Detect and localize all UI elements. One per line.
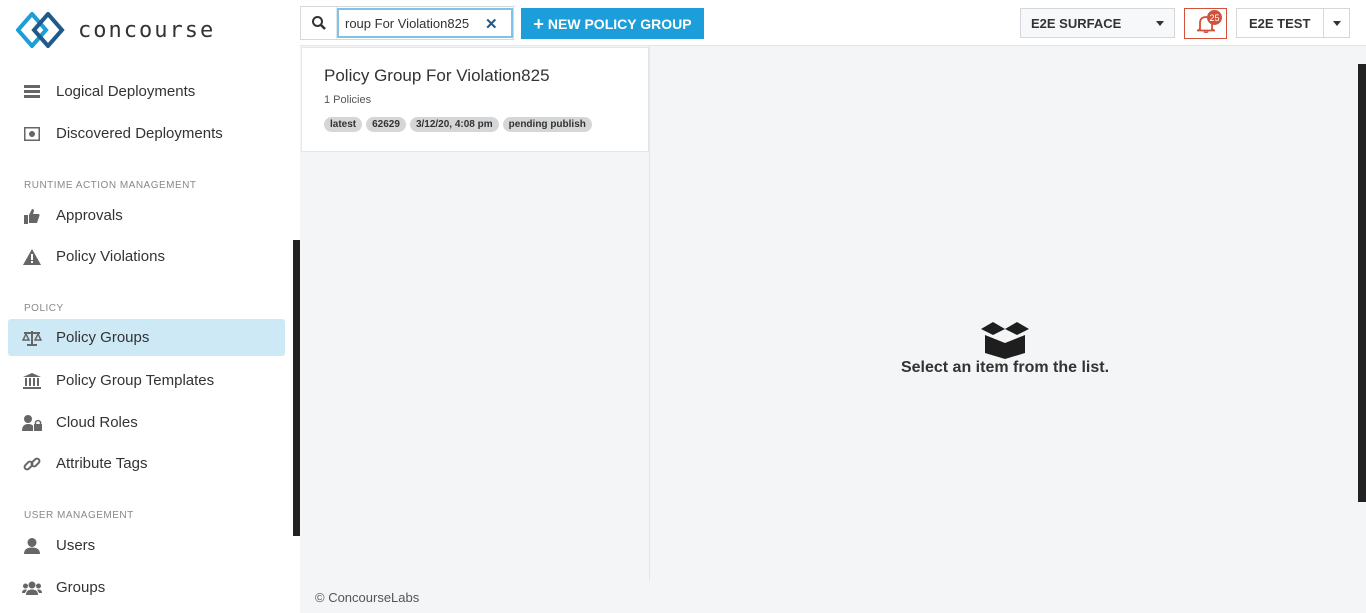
- sidebar-item-users[interactable]: Users: [8, 527, 285, 564]
- sidebar-item-label: Approvals: [56, 207, 123, 224]
- sidebar-item-cloud-roles[interactable]: Cloud Roles: [8, 404, 285, 441]
- tag-id: 62629: [366, 117, 406, 132]
- chevron-down-icon: [1332, 20, 1341, 26]
- warning-icon: [22, 247, 42, 267]
- user-menu[interactable]: E2E TEST: [1236, 8, 1350, 38]
- tag-status: pending publish: [502, 117, 592, 132]
- sidebar-item-policy-groups[interactable]: Policy Groups: [8, 319, 285, 356]
- scale-icon: [22, 328, 42, 348]
- environment-label: E2E SURFACE: [1031, 15, 1122, 31]
- concourse-logo-icon: [16, 12, 65, 48]
- concourse-logo[interactable]: concourse: [16, 12, 215, 48]
- detail-scrollbar[interactable]: [1358, 64, 1366, 502]
- section-user-management: USER MANAGEMENT: [24, 510, 134, 521]
- chevron-down-icon: [1156, 21, 1164, 26]
- sidebar-item-label: Attribute Tags: [56, 455, 148, 472]
- link-icon: [22, 454, 42, 474]
- sidebar-scrollbar[interactable]: [293, 240, 300, 536]
- sidebar-item-attribute-tags[interactable]: Attribute Tags: [8, 445, 285, 482]
- sidebar-item-groups[interactable]: Groups: [8, 569, 285, 606]
- new-policy-group-label: NEW POLICY GROUP: [547, 15, 692, 32]
- tag-version: latest: [324, 117, 363, 132]
- sidebar-item-label: Groups: [56, 579, 106, 596]
- sidebar-item-label: Logical Deployments: [56, 83, 196, 100]
- radar-icon: [22, 124, 42, 144]
- sidebar-item-policy-violations[interactable]: Policy Violations: [8, 238, 285, 275]
- top-bar: ✕ + NEW POLICY GROUP E2E SURFACE 25 E2E …: [300, 0, 1366, 46]
- bank-icon: [22, 371, 42, 391]
- list-item-title: Policy Group For Violation825: [324, 66, 550, 85]
- tag-date: 3/12/20, 4:08 pm: [409, 117, 499, 132]
- policy-group-list: Policy Group For Violation825 1 Policies…: [300, 46, 650, 581]
- open-box-icon: [981, 322, 1029, 359]
- notification-count-badge: 25: [1207, 10, 1222, 25]
- plus-icon: +: [533, 13, 544, 34]
- sidebar-item-discovered-deployments[interactable]: Discovered Deployments: [8, 115, 285, 152]
- clear-search-icon[interactable]: ✕: [485, 15, 498, 33]
- user-name: E2E TEST: [1249, 15, 1311, 31]
- thumbs-up-icon: [22, 206, 42, 226]
- section-runtime-action-management: RUNTIME ACTION MANAGEMENT: [24, 180, 197, 191]
- sidebar-item-policy-group-templates[interactable]: Policy Group Templates: [8, 362, 285, 399]
- sidebar-item-logical-deployments[interactable]: Logical Deployments: [8, 73, 285, 110]
- sidebar-item-label: Policy Group Templates: [56, 372, 215, 389]
- search-box: ✕: [300, 6, 514, 40]
- list-item[interactable]: Policy Group For Violation825 1 Policies…: [301, 47, 649, 152]
- sidebar-item-label: Cloud Roles: [56, 414, 138, 431]
- sidebar-item-label: Policy Violations: [56, 248, 165, 265]
- users-icon: [22, 578, 42, 598]
- search-icon[interactable]: [301, 7, 337, 39]
- sidebar: concourse Logical Deployments Discovered…: [0, 0, 300, 613]
- empty-state-message: Select an item from the list.: [900, 359, 1110, 376]
- brand-name: concourse: [78, 17, 216, 43]
- user-icon: [22, 536, 42, 556]
- sidebar-item-label: Users: [56, 537, 96, 554]
- sidebar-item-approvals[interactable]: Approvals: [8, 197, 285, 234]
- user-menu-toggle[interactable]: [1323, 9, 1349, 37]
- server-icon: [22, 82, 42, 102]
- section-policy: POLICY: [24, 303, 64, 314]
- detail-panel: Select an item from the list.: [652, 46, 1358, 613]
- environment-select[interactable]: E2E SURFACE: [1020, 8, 1175, 38]
- footer-copyright: © ConcourseLabs: [315, 590, 420, 605]
- new-policy-group-button[interactable]: + NEW POLICY GROUP: [521, 8, 704, 39]
- tag-list: latest 62629 3/12/20, 4:08 pm pending pu…: [324, 117, 592, 132]
- user-lock-icon: [22, 413, 42, 433]
- notifications-button[interactable]: 25: [1184, 8, 1227, 39]
- sidebar-item-label: Policy Groups: [56, 329, 150, 346]
- list-item-subtitle: 1 Policies: [324, 94, 372, 106]
- sidebar-item-label: Discovered Deployments: [56, 125, 223, 142]
